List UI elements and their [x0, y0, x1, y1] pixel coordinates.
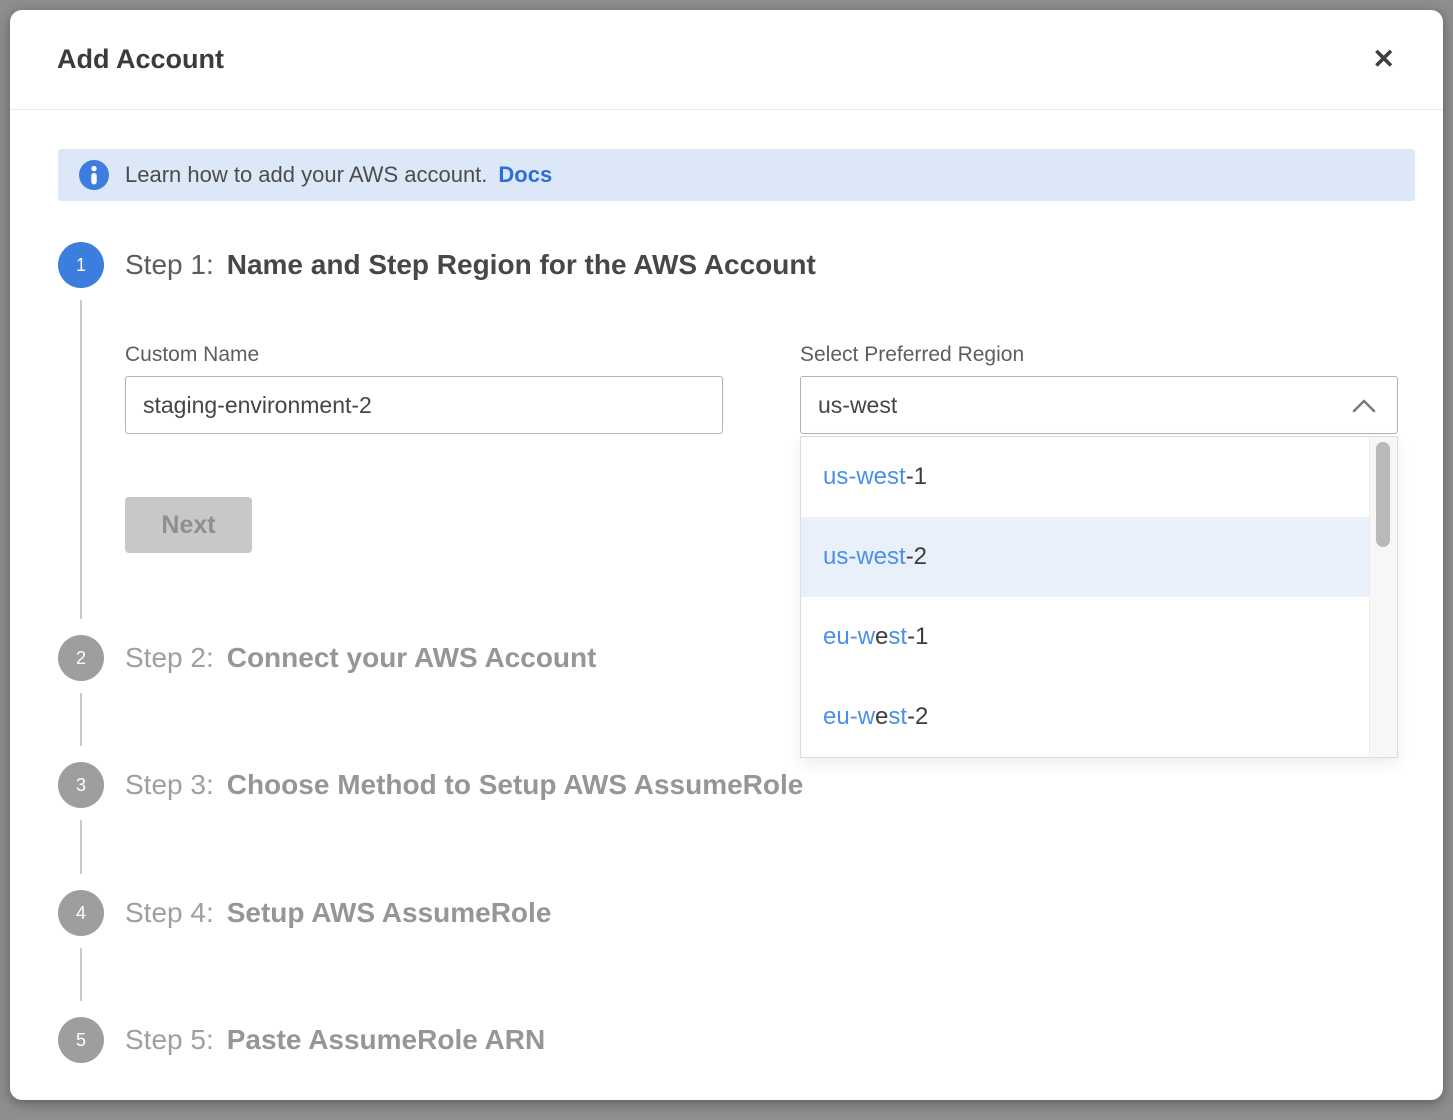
step-connector-line	[80, 693, 82, 746]
region-options-list: us-west-1 us-west-2 eu-west-1	[801, 437, 1369, 757]
dropdown-scrollbar-thumb[interactable]	[1376, 442, 1390, 547]
banner-text: Learn how to add your AWS account.	[125, 162, 487, 188]
step-prefix: Step 2:	[125, 642, 214, 673]
step-prefix: Step 5:	[125, 1024, 214, 1055]
step-connector-line	[80, 820, 82, 874]
step-connector-line	[80, 300, 82, 619]
close-icon: ✕	[1372, 44, 1395, 74]
step-heading-1: Step 1: Name and Step Region for the AWS …	[125, 242, 1415, 288]
step-number-badge-5: 5	[58, 1017, 104, 1063]
option-text-match: st	[888, 703, 907, 731]
step-rail-5: 5	[58, 1017, 104, 1087]
step-title: Choose Method to Setup AWS AssumeRole	[227, 769, 804, 800]
option-text-match: us-west	[823, 543, 906, 571]
step-rail-1: 1	[58, 242, 104, 635]
step-content-5: Step 5: Paste AssumeRole ARN	[125, 1017, 1415, 1087]
step-title: Connect your AWS Account	[227, 642, 597, 673]
option-text-match: us-west	[823, 463, 906, 491]
region-option-eu-west-1[interactable]: eu-west-1	[801, 597, 1369, 677]
custom-name-label: Custom Name	[125, 343, 723, 367]
step-row-5: 5 Step 5: Paste AssumeRole ARN	[58, 1017, 1415, 1087]
step-heading-3: Step 3: Choose Method to Setup AWS Assume…	[125, 762, 1415, 808]
close-button[interactable]: ✕	[1368, 42, 1399, 77]
option-text: -1	[906, 463, 927, 491]
option-text-match: eu-w	[823, 623, 875, 651]
step-number-badge-1: 1	[58, 242, 104, 288]
option-text-match: eu-w	[823, 703, 875, 731]
next-button[interactable]: Next	[125, 497, 252, 553]
option-text: e	[875, 623, 888, 651]
region-column: Select Preferred Region	[800, 343, 1398, 553]
step-rail-3: 3	[58, 762, 104, 890]
step-heading-5: Step 5: Paste AssumeRole ARN	[125, 1017, 1415, 1063]
region-label: Select Preferred Region	[800, 343, 1398, 367]
step-rail-2: 2	[58, 635, 104, 762]
step1-form: Custom Name Next Select Preferred Region	[125, 343, 1415, 553]
step-prefix: Step 4:	[125, 897, 214, 928]
step-number-badge-3: 3	[58, 762, 104, 808]
option-text-match: st	[888, 623, 907, 651]
info-banner: Learn how to add your AWS account. Docs	[58, 149, 1415, 201]
dropdown-scrollbar-track[interactable]	[1369, 437, 1397, 757]
option-text: -2	[907, 703, 928, 731]
region-dropdown: us-west-1 us-west-2 eu-west-1	[800, 436, 1398, 758]
step-number-badge-2: 2	[58, 635, 104, 681]
option-text: -2	[906, 543, 927, 571]
modal-title: Add Account	[57, 44, 224, 75]
modal-header: Add Account ✕	[10, 10, 1443, 110]
region-search-input[interactable]	[800, 376, 1398, 434]
step-row-3: 3 Step 3: Choose Method to Setup AWS Assu…	[58, 762, 1415, 890]
step-prefix: Step 3:	[125, 769, 214, 800]
steps-wizard: 1 Step 1: Name and Step Region for the AW…	[58, 242, 1415, 1087]
add-account-modal: Add Account ✕ Learn how to add your AWS …	[10, 10, 1443, 1100]
option-text: e	[875, 703, 888, 731]
custom-name-column: Custom Name Next	[125, 343, 723, 553]
step-row-4: 4 Step 4: Setup AWS AssumeRole	[58, 890, 1415, 1017]
step-prefix: Step 1:	[125, 249, 214, 280]
step-number-badge-4: 4	[58, 890, 104, 936]
modal-body: Learn how to add your AWS account. Docs …	[10, 110, 1443, 1087]
step-content-3: Step 3: Choose Method to Setup AWS Assume…	[125, 762, 1415, 890]
step-rail-4: 4	[58, 890, 104, 1017]
option-text: -1	[907, 623, 928, 651]
custom-name-input[interactable]	[125, 376, 723, 434]
step-content-1: Step 1: Name and Step Region for the AWS …	[125, 242, 1415, 635]
step-title: Setup AWS AssumeRole	[227, 897, 552, 928]
chevron-up-icon[interactable]	[1352, 398, 1376, 413]
step-title: Name and Step Region for the AWS Account	[227, 249, 816, 280]
region-select: us-west-1 us-west-2 eu-west-1	[800, 376, 1398, 434]
step-row-1: 1 Step 1: Name and Step Region for the AW…	[58, 242, 1415, 635]
step-content-4: Step 4: Setup AWS AssumeRole	[125, 890, 1415, 1017]
docs-link[interactable]: Docs	[498, 162, 552, 188]
region-option-us-west-2[interactable]: us-west-2	[801, 517, 1369, 597]
step-connector-line	[80, 948, 82, 1001]
step-heading-4: Step 4: Setup AWS AssumeRole	[125, 890, 1415, 936]
region-option-eu-west-2[interactable]: eu-west-2	[801, 677, 1369, 757]
region-option-us-west-1[interactable]: us-west-1	[801, 437, 1369, 517]
step-title: Paste AssumeRole ARN	[227, 1024, 545, 1055]
info-icon	[79, 160, 109, 190]
